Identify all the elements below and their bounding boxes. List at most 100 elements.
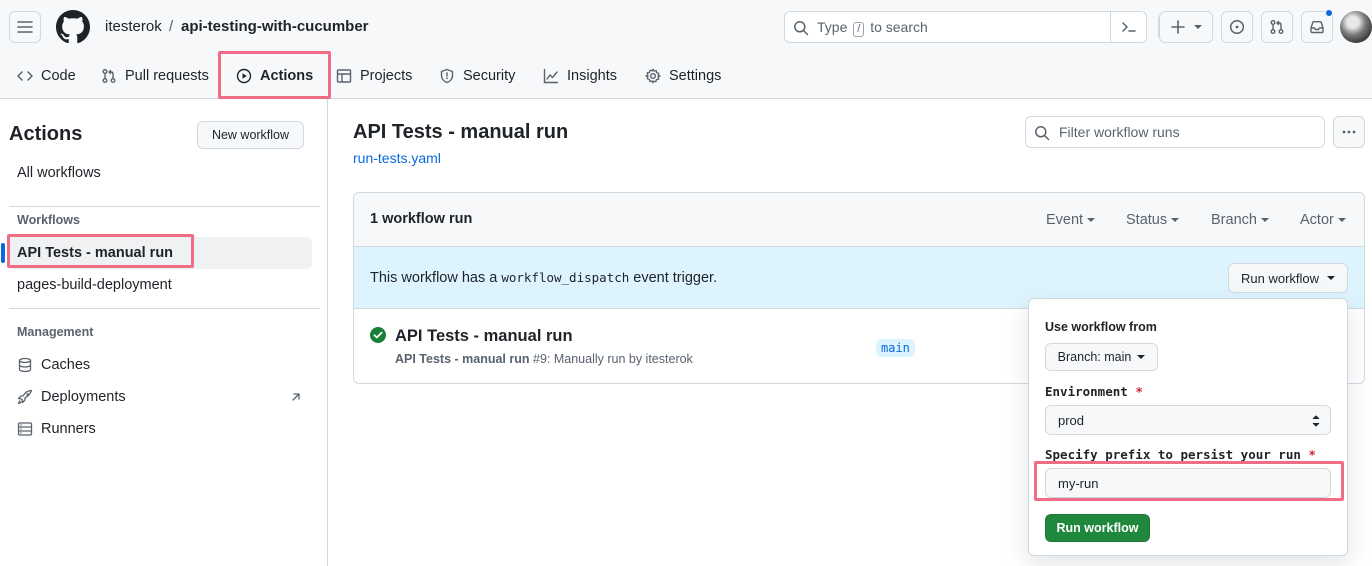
select-arrows-icon [1312, 415, 1320, 427]
server-icon [17, 422, 33, 436]
chevron-down-icon [1337, 218, 1346, 222]
chevron-down-icon [1087, 218, 1096, 222]
tab-label: Pull requests [125, 68, 209, 84]
run-meta: API Tests - manual run #9: Manually run … [395, 352, 693, 366]
filter-branch[interactable]: Branch [1211, 212, 1269, 228]
table-icon [336, 69, 352, 83]
branch-select-button[interactable]: Branch: main [1045, 343, 1158, 371]
filter-workflow-runs-input[interactable]: Filter workflow runs [1025, 116, 1325, 148]
run-workflow-dropdown-button[interactable]: Run workflow [1228, 263, 1348, 293]
run-workflow-dropdown: Use workflow from Branch: main Environme… [1028, 298, 1348, 556]
dispatch-message: This workflow has a workflow_dispatch even… [370, 270, 718, 286]
tab-settings[interactable]: Settings [645, 66, 721, 86]
active-tab-underline [229, 96, 321, 98]
tab-code[interactable]: Code [17, 66, 76, 86]
chevron-down-icon [1137, 355, 1146, 359]
sidebar-item-api-tests[interactable]: API Tests - manual run [1, 237, 312, 269]
sidebar-item-label: Deployments [41, 389, 126, 405]
repo-header: itesterok / api-testing-with-cucumber Ty… [0, 0, 1372, 99]
issues-button[interactable] [1221, 11, 1253, 43]
pull-requests-button[interactable] [1261, 11, 1293, 43]
tab-actions[interactable]: Actions [236, 66, 313, 86]
arrow-up-right-icon [292, 393, 300, 401]
play-icon [236, 68, 252, 84]
breadcrumb-repo[interactable]: api-testing-with-cucumber [181, 18, 369, 35]
kebab-horizontal-icon [1342, 130, 1356, 134]
workflow-file-link[interactable]: run-tests.yaml [353, 150, 441, 166]
sidebar-divider [9, 206, 320, 207]
notification-indicator [1325, 9, 1333, 17]
sidebar-divider [9, 308, 320, 309]
run-workflow-submit-button[interactable]: Run workflow [1045, 514, 1150, 542]
search-placeholder: Type / to search [817, 19, 928, 37]
use-workflow-from-label: Use workflow from [1045, 320, 1157, 334]
sidebar-item-label: API Tests - manual run [17, 245, 174, 261]
graph-icon [543, 68, 559, 84]
tab-label: Settings [669, 68, 722, 84]
sidebar-item-runners[interactable]: Runners [9, 413, 312, 445]
rocket-icon [17, 389, 33, 405]
shield-icon [440, 68, 454, 84]
breadcrumb-separator: / [169, 18, 174, 35]
issue-opened-icon [1229, 19, 1245, 35]
runs-list-header: 1 workflow run Event Status Branch Actor [354, 193, 1364, 247]
tab-label: Actions [260, 68, 314, 84]
menu-button[interactable] [9, 11, 41, 43]
sidebar-section-management: Management [17, 325, 94, 339]
avatar[interactable] [1340, 11, 1372, 43]
environment-select[interactable]: prod [1045, 405, 1331, 435]
filter-status[interactable]: Status [1126, 212, 1180, 228]
sidebar-item-label: Runners [41, 421, 96, 437]
sidebar-item-label: All workflows [17, 165, 101, 181]
search-icon [1035, 126, 1050, 141]
check-circle-icon [370, 327, 386, 343]
prefix-label: Specify prefix to persist your run * [1045, 447, 1316, 462]
tab-label: Insights [567, 68, 617, 84]
terminal-icon [1121, 22, 1136, 32]
new-workflow-button[interactable]: New workflow [197, 121, 304, 149]
more-options-button[interactable] [1333, 116, 1365, 148]
search-key-hint: / [853, 22, 865, 37]
tab-label: Code [41, 68, 76, 84]
tab-insights[interactable]: Insights [543, 66, 617, 86]
chevron-down-icon [1327, 276, 1336, 280]
sidebar-item-caches[interactable]: Caches [9, 349, 312, 381]
sidebar-section-workflows: Workflows [17, 213, 80, 227]
command-palette-button[interactable] [1110, 12, 1146, 42]
sidebar-item-label: pages-build-deployment [17, 277, 172, 293]
breadcrumb-owner[interactable]: itesterok [105, 18, 162, 35]
dispatch-code: workflow_dispatch [501, 270, 630, 285]
actions-sidebar: Actions New workflow All workflows Workf… [0, 99, 328, 566]
filter-placeholder: Filter workflow runs [1059, 124, 1180, 140]
tab-security[interactable]: Security [439, 66, 515, 86]
prefix-input[interactable]: my-run [1045, 468, 1331, 498]
search-icon [794, 21, 809, 36]
chevron-down-icon [1171, 218, 1180, 222]
filter-event[interactable]: Event [1046, 212, 1096, 228]
tab-projects[interactable]: Projects [336, 66, 412, 86]
chevron-down-icon [1260, 218, 1269, 222]
plus-icon [1171, 20, 1185, 34]
github-logo-icon[interactable] [56, 10, 90, 44]
git-pull-request-icon [1270, 20, 1284, 34]
chevron-down-icon [1194, 25, 1202, 29]
tab-label: Security [463, 68, 516, 84]
git-pull-request-icon [102, 69, 116, 83]
run-title[interactable]: API Tests - manual run [395, 327, 573, 346]
branch-badge[interactable]: main [876, 339, 915, 357]
tab-pull-requests[interactable]: Pull requests [101, 66, 209, 86]
sidebar-item-label: Caches [41, 357, 91, 373]
create-new-button[interactable] [1159, 11, 1213, 43]
sidebar-item-all-workflows[interactable]: All workflows [9, 157, 312, 189]
filter-actor[interactable]: Actor [1300, 212, 1346, 228]
sidebar-item-deployments[interactable]: Deployments [9, 381, 312, 413]
hamburger-icon [17, 21, 33, 33]
tab-label: Projects [360, 68, 413, 84]
database-icon [18, 357, 32, 373]
sidebar-title: Actions [9, 123, 83, 145]
page-title: API Tests - manual run [353, 121, 569, 143]
global-search-input[interactable]: Type / to search [784, 11, 1147, 43]
sidebar-item-pages-build-deployment[interactable]: pages-build-deployment [9, 269, 312, 301]
gear-icon [645, 68, 661, 84]
environment-label: Environment * [1045, 384, 1143, 399]
